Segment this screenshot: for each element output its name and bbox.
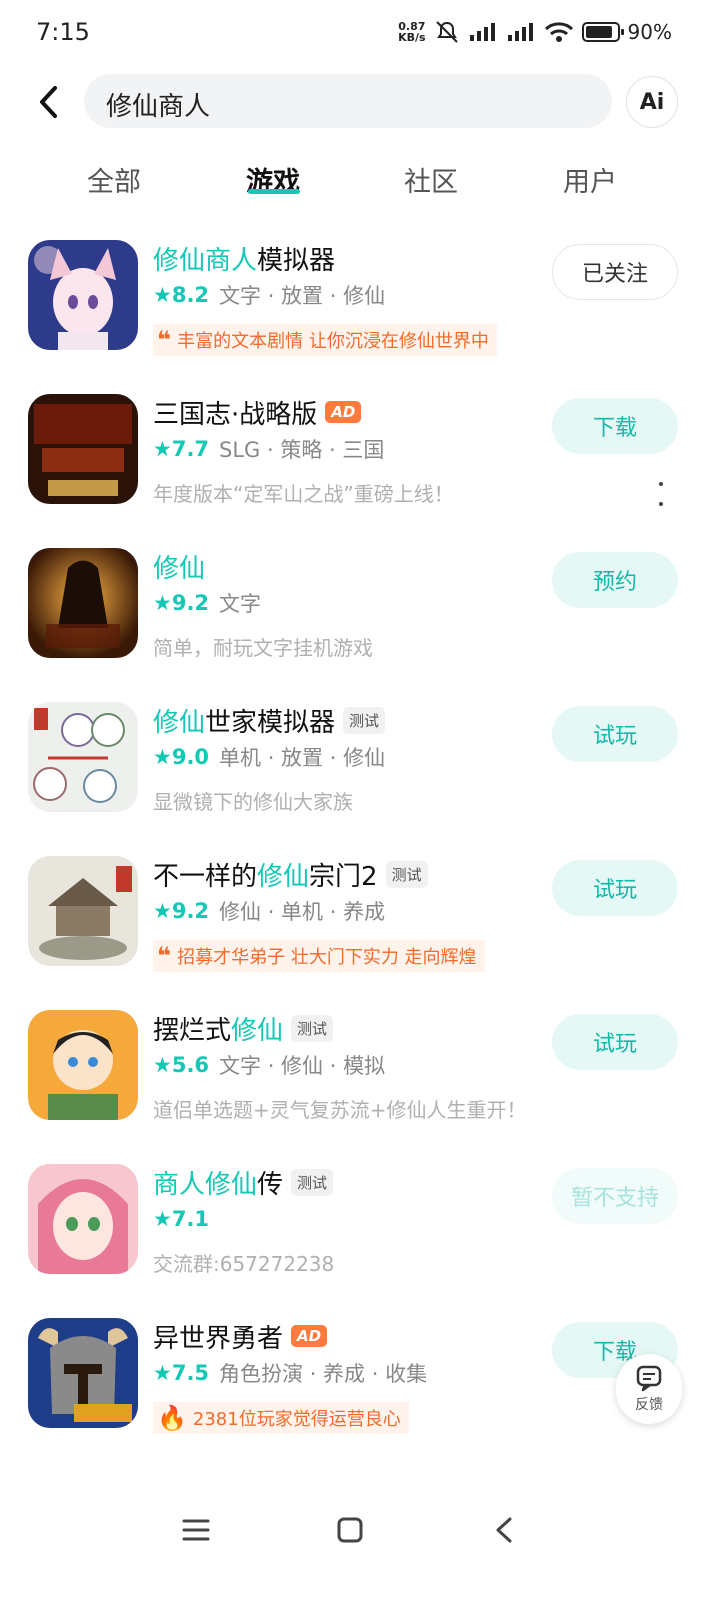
list-item[interactable]: 修仙商人模拟器 ★8.2 文字 · 放置 · 修仙 ❝ 丰富的文本剧情 让你沉浸… (0, 232, 720, 386)
game-rating: ★9.0 (153, 745, 210, 769)
back-triangle-icon (496, 1517, 512, 1543)
list-item[interactable]: 三国志·战略版 AD ★7.7 SLG · 策略 · 三国 年度版本“定军山之战… (0, 386, 720, 540)
game-icon (28, 1318, 138, 1428)
game-icon (28, 240, 138, 350)
network-speed: 0.87 KB/s (398, 20, 426, 44)
list-item[interactable]: 不一样的修仙宗门2 测试 ★9.2 修仙 · 单机 · 养成 ❝ 招募才华弟子 … (0, 848, 720, 1002)
test-badge: 测试 (291, 1014, 334, 1042)
tab-all[interactable]: 全部 (54, 160, 174, 199)
tab-community[interactable]: 社区 (371, 160, 491, 199)
list-item[interactable]: 修仙 ★9.2 文字 简单，耐玩文字挂机游戏 预约 (0, 540, 720, 694)
game-tags: 文字 (219, 592, 262, 616)
back-button[interactable] (28, 82, 68, 122)
status-time: 7:15 (36, 18, 90, 46)
game-tags: SLG · 策略 · 三国 (219, 438, 385, 462)
game-description: 年度版本“定军山之战”重磅上线！ (153, 482, 454, 506)
quote-icon: ❝ (157, 942, 172, 970)
game-title: 摆烂式修仙 (153, 1015, 284, 1046)
wifi-icon (544, 22, 573, 42)
download-button[interactable]: 下载 (552, 398, 678, 454)
search-input[interactable]: 修仙商人 (84, 74, 612, 128)
more-options-icon[interactable] (656, 482, 666, 506)
try-button[interactable]: 试玩 (552, 1014, 678, 1070)
home-square-icon (337, 1517, 363, 1543)
game-title: 异世界勇者 (153, 1323, 284, 1354)
category-tabs: 全部 游戏 社区 用户 (0, 160, 720, 210)
fire-icon: 🔥 (157, 1404, 187, 1432)
test-badge: 测试 (343, 706, 386, 734)
signal-icon (469, 23, 495, 41)
game-icon (28, 1164, 138, 1274)
quote-icon: ❝ (157, 326, 172, 354)
game-tags: 文字 · 修仙 · 模拟 (219, 1054, 386, 1078)
game-highlight: ❝ 招募才华弟子 壮大门下实力 走向辉煌 (153, 940, 485, 972)
feedback-icon (636, 1365, 662, 1392)
game-tags: 文字 · 放置 · 修仙 (219, 284, 386, 308)
game-title: 修仙 (153, 553, 206, 584)
ad-badge: AD (291, 1325, 328, 1347)
chevron-left-icon (40, 86, 57, 118)
back-nav-button[interactable] (474, 1508, 534, 1552)
game-icon (28, 548, 138, 658)
status-icons: 0.87 KB/s 90% (398, 20, 672, 44)
game-icon (28, 702, 138, 812)
game-description: 交流群:657272238 (153, 1252, 335, 1276)
game-rating: ★9.2 (153, 591, 210, 615)
game-rating: ★7.1 (153, 1207, 210, 1231)
battery-percent: 90% (627, 20, 672, 44)
game-rating: ★9.2 (153, 899, 210, 923)
try-button[interactable]: 试玩 (552, 706, 678, 762)
tab-users[interactable]: 用户 (530, 160, 650, 199)
game-title: 商人修仙传 (153, 1169, 284, 1200)
game-rating: ★7.5 (153, 1361, 210, 1385)
system-navigation-bar (0, 1486, 720, 1601)
ai-button[interactable]: Ai (626, 76, 678, 128)
list-item[interactable]: 修仙世家模拟器 测试 ★9.0 单机 · 放置 · 修仙 显微镜下的修仙大家族 … (0, 694, 720, 848)
game-icon (28, 856, 138, 966)
test-badge: 测试 (291, 1168, 334, 1196)
status-bar: 7:15 0.87 KB/s 90% (0, 0, 720, 68)
list-item[interactable]: 商人修仙传 测试 ★7.1 交流群:657272238 暂不支持 (0, 1156, 720, 1310)
active-tab-indicator (248, 189, 300, 194)
game-rating: ★5.6 (153, 1053, 210, 1077)
game-title: 修仙世家模拟器 (153, 707, 336, 738)
game-description: 显微镜下的修仙大家族 (153, 790, 353, 814)
unsupported-button[interactable]: 暂不支持 (552, 1168, 678, 1224)
signal-icon-2 (507, 23, 533, 41)
game-title: 修仙商人模拟器 (153, 245, 336, 276)
game-tags: 修仙 · 单机 · 养成 (219, 900, 386, 924)
game-rating: ★7.7 (153, 437, 210, 461)
game-icon (28, 1010, 138, 1120)
mute-bell-icon (435, 21, 458, 43)
game-description: 道侣单选题+灵气复苏流+修仙人生重开！ (153, 1098, 527, 1122)
game-description: 简单，耐玩文字挂机游戏 (153, 636, 373, 660)
game-tags: 单机 · 放置 · 修仙 (219, 746, 386, 770)
menu-icon (182, 1519, 210, 1541)
test-badge: 测试 (385, 860, 428, 888)
game-title: 三国志·战略版 (153, 399, 318, 430)
game-rating: ★8.2 (153, 283, 210, 307)
search-query: 修仙商人 (106, 92, 211, 122)
list-item[interactable]: 异世界勇者 AD ★7.5 角色扮演 · 养成 · 收集 🔥 2381位玩家觉得… (0, 1310, 720, 1464)
ad-badge: AD (325, 401, 362, 423)
feedback-button[interactable]: 反馈 (616, 1354, 682, 1424)
game-highlight: 🔥 2381位玩家觉得运营良心 (153, 1402, 409, 1434)
game-icon (28, 394, 138, 504)
try-button[interactable]: 试玩 (552, 860, 678, 916)
menu-nav-button[interactable] (166, 1508, 226, 1552)
game-highlight: ❝ 丰富的文本剧情 让你沉浸在修仙世界中 (153, 324, 497, 356)
reserve-button[interactable]: 预约 (552, 552, 678, 608)
feedback-label: 反馈 (635, 1397, 663, 1413)
follow-button[interactable]: 已关注 (552, 244, 678, 300)
battery-icon (581, 22, 624, 42)
game-title: 不一样的修仙宗门2 (153, 861, 378, 892)
game-tags: 角色扮演 · 养成 · 收集 (219, 1362, 428, 1386)
list-item[interactable]: 摆烂式修仙 测试 ★5.6 文字 · 修仙 · 模拟 道侣单选题+灵气复苏流+修… (0, 1002, 720, 1156)
search-header: 修仙商人 Ai (0, 74, 720, 130)
home-nav-button[interactable] (320, 1508, 380, 1552)
